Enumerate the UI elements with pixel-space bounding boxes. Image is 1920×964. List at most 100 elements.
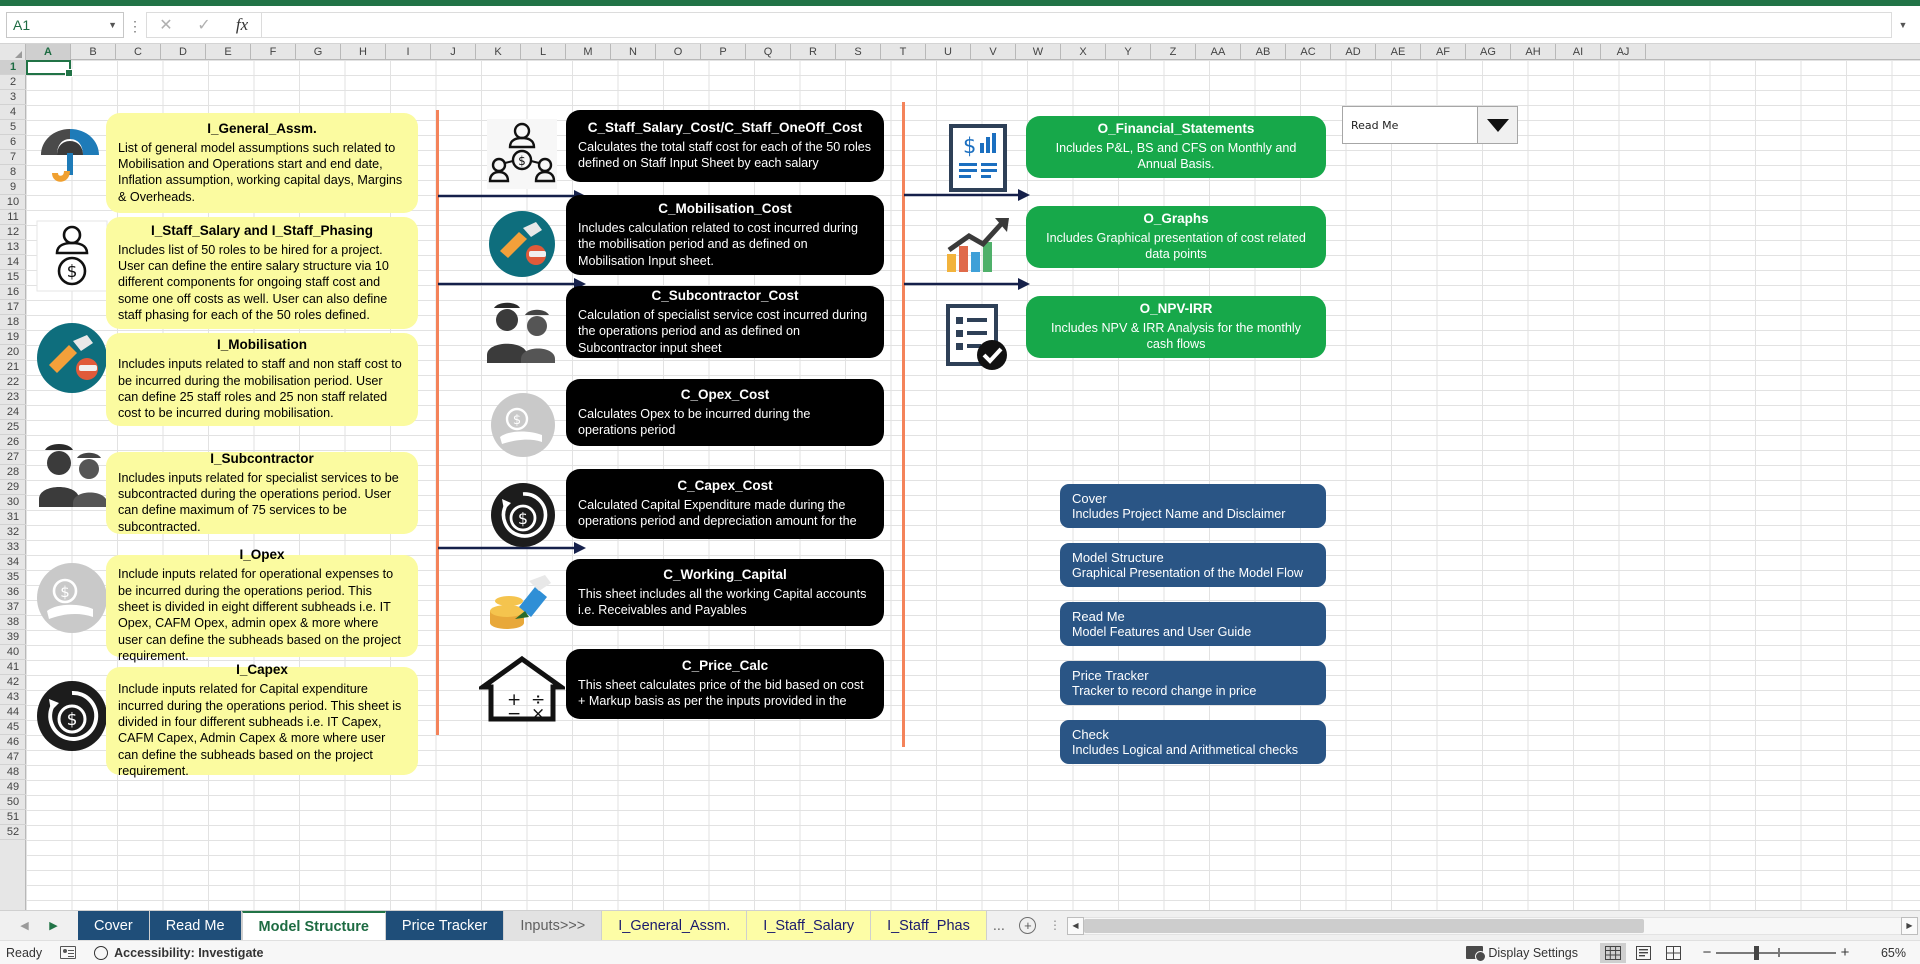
scroll-left-button[interactable]: ◀ <box>1066 916 1084 935</box>
input-card[interactable]: I_Staff_Salary and I_Staff_Phasing Inclu… <box>106 217 418 329</box>
row-header-19[interactable]: 19 <box>0 330 26 345</box>
column-header-af[interactable]: AF <box>1421 44 1466 60</box>
column-header-y[interactable]: Y <box>1106 44 1151 60</box>
row-header-45[interactable]: 45 <box>0 720 26 735</box>
row-header-39[interactable]: 39 <box>0 630 26 645</box>
name-box[interactable]: A1 ▼ <box>6 11 124 38</box>
column-header-ag[interactable]: AG <box>1466 44 1511 60</box>
zoom-track[interactable] <box>1716 945 1836 960</box>
row-header-9[interactable]: 9 <box>0 180 26 195</box>
row-header-38[interactable]: 38 <box>0 615 26 630</box>
row-header-11[interactable]: 11 <box>0 210 26 225</box>
column-header-p[interactable]: P <box>701 44 746 60</box>
row-header-51[interactable]: 51 <box>0 810 26 825</box>
row-header-40[interactable]: 40 <box>0 645 26 660</box>
sheet-tab-cover[interactable]: Cover <box>78 911 150 940</box>
row-header-31[interactable]: 31 <box>0 510 26 525</box>
row-header-4[interactable]: 4 <box>0 105 26 120</box>
sheet-tab-i-staff-phas[interactable]: I_Staff_Phas <box>871 911 987 940</box>
row-header-2[interactable]: 2 <box>0 75 26 90</box>
row-header-22[interactable]: 22 <box>0 375 26 390</box>
column-header-k[interactable]: K <box>476 44 521 60</box>
confirm-check-icon[interactable]: ✓ <box>185 13 223 37</box>
column-header-g[interactable]: G <box>296 44 341 60</box>
row-header-50[interactable]: 50 <box>0 795 26 810</box>
column-header-h[interactable]: H <box>341 44 386 60</box>
formula-input[interactable] <box>261 11 1892 38</box>
input-card[interactable]: I_Mobilisation Includes inputs related t… <box>106 333 418 426</box>
input-card[interactable]: I_Subcontractor Includes inputs related … <box>106 451 418 534</box>
normal-view-button[interactable] <box>1600 942 1626 963</box>
selected-cell-a1[interactable] <box>26 60 73 77</box>
row-header-3[interactable]: 3 <box>0 90 26 105</box>
display-settings-button[interactable]: Display Settings <box>1466 946 1578 962</box>
sheet-tab-read-me[interactable]: Read Me <box>149 911 242 940</box>
nav-button-model-structure[interactable]: Model Structure Graphical Presentation o… <box>1060 543 1326 587</box>
row-header-23[interactable]: 23 <box>0 390 26 405</box>
column-header-u[interactable]: U <box>926 44 971 60</box>
calculation-card[interactable]: C_Subcontractor_Cost Calculation of spec… <box>566 286 884 358</box>
column-header-f[interactable]: F <box>251 44 296 60</box>
calculation-card[interactable]: C_Staff_Salary_Cost/C_Staff_OneOff_Cost … <box>566 110 884 182</box>
expand-formula-bar-icon[interactable]: ▼ <box>1892 12 1914 38</box>
row-header-35[interactable]: 35 <box>0 570 26 585</box>
calculation-card[interactable]: C_Capex_Cost Calculated Capital Expendit… <box>566 469 884 539</box>
column-header-o[interactable]: O <box>656 44 701 60</box>
sheet-selector-combobox[interactable]: Read Me <box>1342 106 1518 144</box>
column-header-ae[interactable]: AE <box>1376 44 1421 60</box>
scroll-right-button[interactable]: ▶ <box>1901 916 1918 935</box>
column-header-s[interactable]: S <box>836 44 881 60</box>
row-header-37[interactable]: 37 <box>0 600 26 615</box>
nav-button-read-me[interactable]: Read Me Model Features and User Guide <box>1060 602 1326 646</box>
row-header-28[interactable]: 28 <box>0 465 26 480</box>
combobox-dropdown-button[interactable] <box>1477 107 1517 143</box>
sheet-tab-[interactable]: ... <box>986 911 1011 940</box>
calculation-card[interactable]: C_Mobilisation_Cost Includes calculation… <box>566 195 884 275</box>
column-header-d[interactable]: D <box>161 44 206 60</box>
row-header-18[interactable]: 18 <box>0 315 26 330</box>
column-header-x[interactable]: X <box>1061 44 1106 60</box>
page-break-preview-button[interactable] <box>1660 943 1686 963</box>
zoom-in-button[interactable]: + <box>1836 944 1854 961</box>
row-header-42[interactable]: 42 <box>0 675 26 690</box>
row-header-41[interactable]: 41 <box>0 660 26 675</box>
row-header-10[interactable]: 10 <box>0 195 26 210</box>
row-header-6[interactable]: 6 <box>0 135 26 150</box>
column-header-r[interactable]: R <box>791 44 836 60</box>
row-header-20[interactable]: 20 <box>0 345 26 360</box>
output-card[interactable]: O_NPV-IRR Includes NPV & IRR Analysis fo… <box>1026 296 1326 358</box>
row-header-8[interactable]: 8 <box>0 165 26 180</box>
row-header-25[interactable]: 25 <box>0 420 26 435</box>
row-header-30[interactable]: 30 <box>0 495 26 510</box>
row-header-48[interactable]: 48 <box>0 765 26 780</box>
column-header-t[interactable]: T <box>881 44 926 60</box>
zoom-out-button[interactable]: − <box>1698 944 1716 961</box>
input-card[interactable]: I_General_Assm. List of general model as… <box>106 113 418 213</box>
column-header-a[interactable]: A <box>26 44 71 60</box>
row-header-5[interactable]: 5 <box>0 120 26 135</box>
row-header-24[interactable]: 24 <box>0 405 26 420</box>
row-header-36[interactable]: 36 <box>0 585 26 600</box>
column-header-ah[interactable]: AH <box>1511 44 1556 60</box>
row-header-1[interactable]: 1 <box>0 60 26 75</box>
column-header-q[interactable]: Q <box>746 44 791 60</box>
horizontal-scrollbar[interactable]: ◀ ▶ <box>1065 911 1920 940</box>
column-header-ac[interactable]: AC <box>1286 44 1331 60</box>
row-header-46[interactable]: 46 <box>0 735 26 750</box>
cancel-icon[interactable]: ✕ <box>147 13 185 37</box>
column-header-ab[interactable]: AB <box>1241 44 1286 60</box>
scrollbar-track[interactable] <box>1083 916 1901 935</box>
row-header-34[interactable]: 34 <box>0 555 26 570</box>
column-header-ad[interactable]: AD <box>1331 44 1376 60</box>
column-header-c[interactable]: C <box>116 44 161 60</box>
row-header-13[interactable]: 13 <box>0 240 26 255</box>
column-header-m[interactable]: M <box>566 44 611 60</box>
row-header-12[interactable]: 12 <box>0 225 26 240</box>
calculation-card[interactable]: C_Price_Calc This sheet calculates price… <box>566 649 884 719</box>
column-header-aj[interactable]: AJ <box>1601 44 1646 60</box>
row-header-44[interactable]: 44 <box>0 705 26 720</box>
sheet-tab-i-general-assm[interactable]: I_General_Assm. <box>602 911 748 940</box>
row-header-17[interactable]: 17 <box>0 300 26 315</box>
column-header-j[interactable]: J <box>431 44 476 60</box>
row-header-43[interactable]: 43 <box>0 690 26 705</box>
